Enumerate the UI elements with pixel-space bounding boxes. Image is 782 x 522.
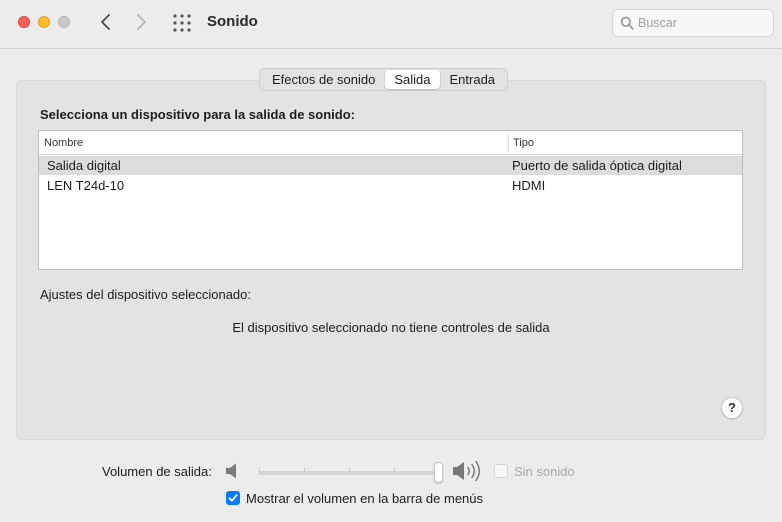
search-input[interactable] (638, 14, 768, 32)
chevron-left-icon (101, 14, 110, 30)
volume-slider-thumb[interactable] (434, 462, 443, 483)
grid-icon (173, 14, 191, 32)
device-name: LEN T24d-10 (47, 178, 125, 193)
forward-button[interactable] (130, 11, 152, 33)
table-header: Nombre Tipo (39, 131, 742, 155)
sound-tabs: Efectos de sonido Salida Entrada (259, 68, 509, 91)
search-field[interactable] (612, 9, 774, 37)
device-settings-label: Ajustes del dispositivo seleccionado: (40, 287, 252, 302)
tab-sound-effects[interactable]: Efectos de sonido (262, 70, 385, 89)
slider-tick (349, 468, 350, 473)
zoom-window-button[interactable] (58, 16, 70, 28)
help-button[interactable]: ? (721, 397, 743, 419)
output-device-table: Nombre Tipo Salida digital Puerto de sal… (38, 130, 743, 270)
window-toolbar: Sonido (0, 0, 782, 49)
column-header-type[interactable]: Tipo (513, 137, 534, 149)
table-row[interactable]: LEN T24d-10 HDMI (39, 176, 742, 195)
tab-output[interactable]: Salida (385, 70, 440, 89)
tab-input[interactable]: Entrada (440, 70, 506, 89)
mute-checkbox[interactable] (494, 464, 508, 478)
output-device-heading: Selecciona un dispositivo para la salida… (40, 107, 355, 122)
speaker-low-icon (226, 463, 236, 479)
slider-tick (259, 468, 260, 473)
window-title: Sonido (207, 13, 258, 30)
search-icon (620, 16, 634, 30)
show-all-preferences-button[interactable] (172, 13, 192, 33)
device-name: Salida digital (47, 158, 121, 173)
column-header-name[interactable]: Nombre (44, 137, 83, 149)
minimize-window-button[interactable] (38, 16, 50, 28)
slider-tick (304, 468, 305, 473)
column-divider[interactable] (508, 134, 509, 152)
show-volume-in-menu-bar-checkbox[interactable] (226, 491, 240, 505)
slider-tick (394, 468, 395, 473)
speaker-high-icon (453, 460, 480, 482)
mute-label: Sin sonido (514, 464, 575, 479)
device-type: HDMI (512, 178, 546, 193)
checkmark-icon (228, 494, 238, 502)
output-volume-label: Volumen de salida: (102, 464, 212, 479)
close-window-button[interactable] (18, 16, 30, 28)
table-row[interactable]: Salida digital Puerto de salida óptica d… (39, 156, 742, 175)
back-button[interactable] (95, 11, 117, 33)
no-controls-message: El dispositivo seleccionado no tiene con… (232, 320, 550, 335)
show-volume-in-menu-bar-label: Mostrar el volumen en la barra de menús (246, 491, 484, 506)
chevron-right-icon (137, 14, 146, 30)
device-type: Puerto de salida óptica digital (512, 158, 682, 173)
